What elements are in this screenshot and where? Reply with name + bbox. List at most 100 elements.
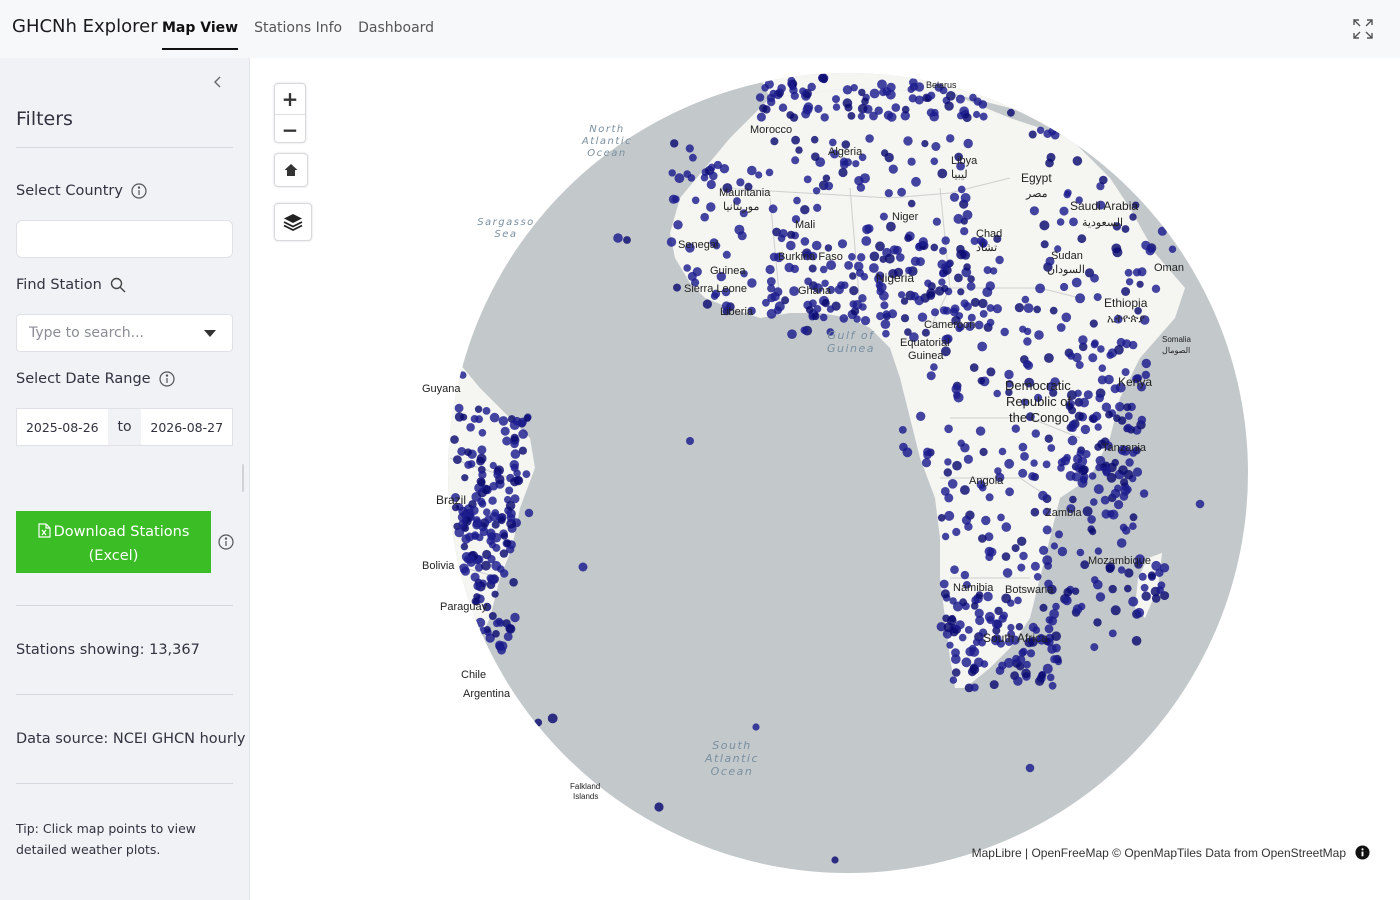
station-point[interactable] (791, 135, 800, 145)
station-point[interactable] (762, 105, 771, 114)
station-point[interactable] (995, 255, 1004, 265)
station-point[interactable] (475, 617, 486, 628)
station-point[interactable] (1020, 452, 1029, 461)
station-point[interactable] (897, 187, 906, 197)
station-point[interactable] (787, 80, 795, 88)
station-point[interactable] (510, 449, 521, 459)
station-point[interactable] (747, 278, 757, 288)
station-point[interactable] (800, 237, 810, 246)
station-point[interactable] (1021, 295, 1030, 304)
station-point[interactable] (466, 557, 476, 567)
station-point[interactable] (940, 589, 950, 599)
station-point[interactable] (1087, 525, 1095, 533)
station-point[interactable] (820, 113, 829, 122)
station-point[interactable] (946, 91, 956, 101)
station-point[interactable] (702, 299, 712, 309)
station-point[interactable] (811, 312, 820, 321)
station-point[interactable] (1124, 412, 1133, 420)
station-point[interactable] (800, 205, 810, 215)
station-point[interactable] (930, 243, 939, 252)
station-point[interactable] (1059, 206, 1069, 216)
station-point[interactable] (1063, 587, 1073, 597)
station-point[interactable] (495, 640, 504, 650)
station-point[interactable] (1119, 523, 1128, 532)
station-point[interactable] (837, 239, 848, 249)
station-point[interactable] (1097, 375, 1107, 385)
station-point[interactable] (613, 233, 623, 243)
station-point[interactable] (1069, 495, 1077, 504)
station-point[interactable] (1004, 657, 1014, 668)
station-point[interactable] (1129, 522, 1137, 530)
station-point[interactable] (1117, 566, 1126, 574)
station-point[interactable] (459, 371, 467, 379)
station-point[interactable] (1050, 655, 1059, 664)
station-point[interactable] (951, 654, 961, 664)
collapse-sidebar-icon[interactable] (210, 74, 226, 90)
station-point[interactable] (944, 493, 954, 503)
station-point[interactable] (1035, 283, 1045, 294)
station-point[interactable] (1017, 536, 1027, 546)
station-point[interactable] (1049, 306, 1058, 315)
station-point[interactable] (957, 112, 965, 120)
station-point[interactable] (955, 620, 965, 630)
station-point[interactable] (860, 316, 871, 326)
station-point[interactable] (784, 262, 794, 273)
station-point[interactable] (824, 181, 834, 191)
map-canvas[interactable]: North Atlantic Ocean Sargasso Sea Gulf o… (250, 58, 1400, 900)
station-point[interactable] (850, 84, 858, 92)
station-point[interactable] (1124, 268, 1133, 277)
station-point[interactable] (1001, 552, 1011, 561)
station-point[interactable] (930, 363, 938, 371)
station-point[interactable] (685, 144, 694, 153)
station-point[interactable] (853, 261, 864, 272)
station-point[interactable] (786, 240, 796, 251)
station-point[interactable] (1088, 353, 1098, 363)
station-point[interactable] (1039, 603, 1048, 612)
station-point[interactable] (1136, 280, 1144, 288)
station-point[interactable] (482, 407, 491, 415)
station-point[interactable] (1131, 636, 1142, 646)
station-point[interactable] (683, 264, 691, 272)
station-point[interactable] (766, 308, 777, 319)
station-point[interactable] (469, 506, 479, 515)
station-point[interactable] (1123, 403, 1132, 412)
station-point[interactable] (491, 590, 499, 598)
station-point[interactable] (1134, 607, 1145, 618)
station-point[interactable] (939, 579, 949, 589)
station-point[interactable] (1039, 545, 1049, 555)
station-point[interactable] (489, 412, 500, 423)
station-point[interactable] (811, 152, 820, 161)
station-point[interactable] (903, 136, 913, 146)
station-point[interactable] (706, 202, 716, 212)
station-point[interactable] (1007, 108, 1015, 117)
station-point[interactable] (1116, 538, 1127, 548)
station-point[interactable] (747, 165, 757, 176)
station-point[interactable] (901, 105, 910, 114)
station-point[interactable] (832, 95, 840, 104)
station-point[interactable] (503, 539, 512, 547)
station-point[interactable] (1118, 465, 1128, 475)
station-point[interactable] (1078, 602, 1086, 611)
openmaptiles-link[interactable]: OpenMapTiles (1124, 846, 1202, 860)
station-point[interactable] (1011, 424, 1020, 433)
station-point[interactable] (1011, 544, 1020, 553)
station-point[interactable] (687, 271, 697, 281)
station-point[interactable] (1028, 130, 1037, 139)
station-point[interactable] (891, 103, 901, 112)
station-point[interactable] (1125, 458, 1134, 467)
station-point[interactable] (842, 98, 853, 108)
station-point[interactable] (1141, 240, 1151, 250)
station-point[interactable] (502, 436, 512, 446)
station-point[interactable] (787, 230, 796, 239)
station-point[interactable] (1019, 325, 1027, 333)
station-point[interactable] (946, 641, 954, 649)
info-icon[interactable] (158, 371, 175, 387)
station-point[interactable] (979, 310, 988, 318)
station-point[interactable] (778, 103, 788, 112)
station-point[interactable] (1095, 592, 1106, 602)
station-point[interactable] (1157, 226, 1167, 236)
station-point[interactable] (713, 160, 722, 170)
station-point[interactable] (487, 574, 498, 585)
station-point[interactable] (803, 175, 812, 184)
station-point[interactable] (499, 549, 509, 558)
